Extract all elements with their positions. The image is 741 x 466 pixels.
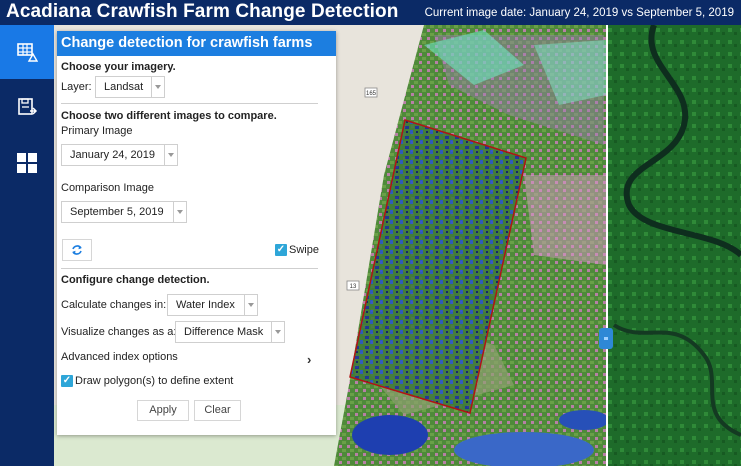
road-label-165: 165 — [366, 91, 377, 97]
draw-polygon-checkbox[interactable]: ✓ — [61, 375, 73, 387]
panel-title: Change detection for crawfish farms — [57, 31, 336, 56]
app-title: Acadiana Crawfish Farm Change Detection — [6, 1, 399, 22]
app-header: Acadiana Crawfish Farm Change Detection … — [0, 0, 741, 25]
apps-tool-button[interactable] — [0, 136, 54, 190]
chevron-right-icon[interactable]: › — [307, 352, 311, 367]
configure-heading: Configure change detection. — [61, 274, 210, 286]
comparison-image-select[interactable]: September 5, 2019 — [61, 201, 187, 223]
comparison-image-value: September 5, 2019 — [70, 206, 164, 218]
swap-images-button[interactable] — [62, 239, 92, 261]
layer-select[interactable]: Landsat — [95, 76, 165, 98]
chevron-down-icon — [164, 145, 177, 165]
change-detection-tool-button[interactable] — [0, 25, 54, 79]
swipe-checkbox[interactable]: ✓ — [275, 244, 287, 256]
divider — [61, 268, 318, 269]
clear-button[interactable]: Clear — [194, 400, 241, 421]
chevron-down-icon — [151, 77, 164, 97]
choose-imagery-heading: Choose your imagery. — [61, 61, 176, 73]
visualize-value: Difference Mask — [184, 326, 264, 338]
chevron-down-icon — [173, 202, 186, 222]
primary-image-select[interactable]: January 24, 2019 — [61, 144, 178, 166]
apply-button[interactable]: Apply — [137, 400, 189, 421]
divider — [61, 103, 318, 104]
primary-image-value: January 24, 2019 — [70, 149, 156, 161]
change-detection-grid-icon — [17, 43, 38, 62]
comparison-image-label: Comparison Image — [61, 182, 154, 194]
calc-changes-select[interactable]: Water Index — [167, 294, 258, 316]
primary-image-label: Primary Image — [61, 125, 133, 137]
layer-label: Layer: — [61, 81, 92, 93]
apps-grid-icon — [17, 153, 37, 173]
save-export-icon — [18, 98, 38, 115]
current-image-date: Current image date: January 24, 2019 vs … — [424, 7, 734, 19]
visualize-select[interactable]: Difference Mask — [175, 321, 285, 343]
left-toolbar — [0, 25, 54, 466]
refresh-icon — [72, 245, 82, 255]
visualize-label: Visualize changes as a: — [61, 326, 177, 338]
swipe-handle[interactable] — [599, 328, 613, 349]
road-label-13: 13 — [350, 284, 357, 290]
chevron-down-icon — [271, 322, 284, 342]
change-detection-panel: Change detection for crawfish farms Choo… — [57, 31, 336, 435]
advanced-index-options[interactable]: Advanced index options — [61, 351, 178, 363]
chevron-down-icon — [244, 295, 257, 315]
calc-changes-value: Water Index — [176, 299, 235, 311]
draw-polygon-label: Draw polygon(s) to define extent — [75, 375, 234, 387]
layer-select-value: Landsat — [104, 81, 144, 93]
swipe-label: Swipe — [289, 244, 319, 256]
calc-changes-label: Calculate changes in: — [61, 299, 167, 311]
compare-heading: Choose two different images to compare. — [61, 110, 277, 122]
save-export-tool-button[interactable] — [0, 80, 54, 134]
